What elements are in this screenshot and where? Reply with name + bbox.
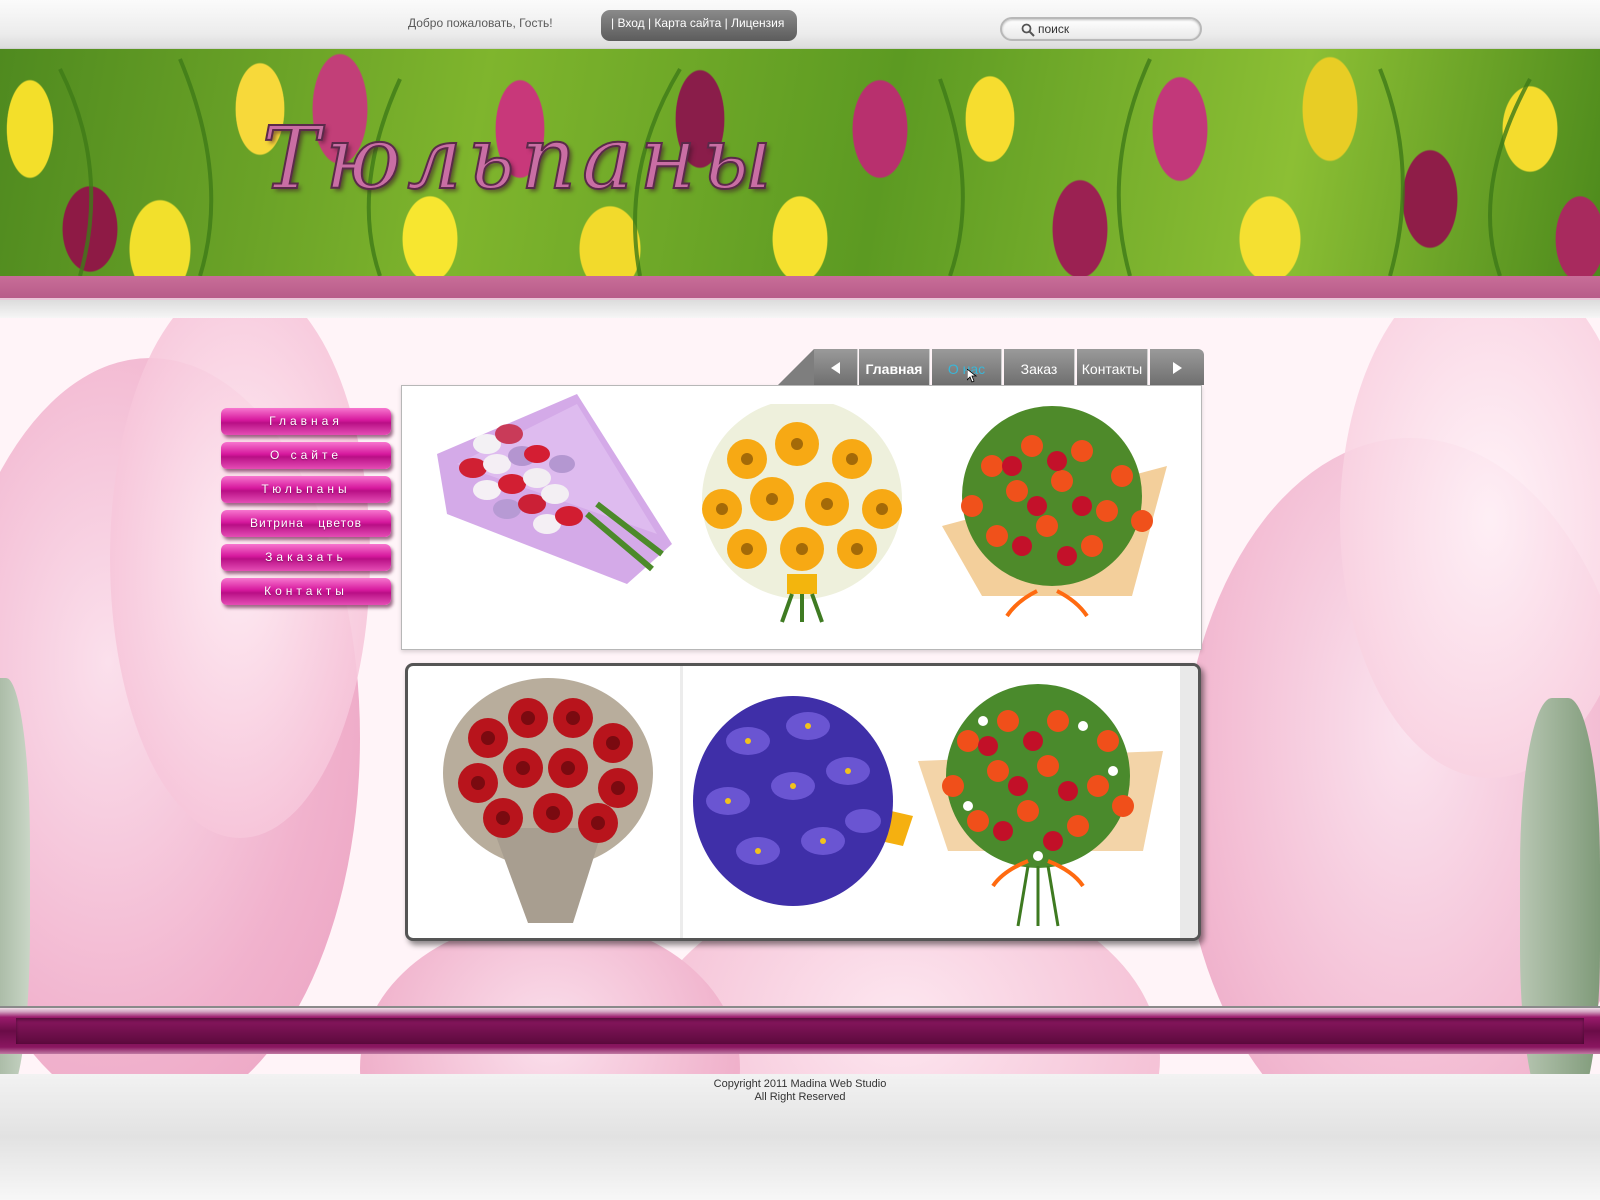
tab-home[interactable]: Главная — [859, 349, 930, 385]
copyright-text: Copyright 2011 Madina Web Studio — [713, 1078, 887, 1090]
side-menu-contacts[interactable]: Контакты — [221, 578, 391, 605]
search-input[interactable] — [1038, 21, 1188, 37]
tab-order[interactable]: Заказ — [1004, 349, 1075, 385]
header-banner: Тюльпаны — [0, 49, 1600, 276]
arrow-right-icon — [1173, 362, 1182, 374]
side-menu-home[interactable]: Главная — [221, 408, 391, 435]
main-nav: Главная О нас Заказ Контакты — [778, 349, 1204, 385]
login-link[interactable]: Вход — [617, 16, 644, 30]
tulip-orange-bouquet-image[interactable] — [922, 406, 1187, 621]
top-bar: Добро пожаловать, Гость! | Вход | Карта … — [0, 0, 1600, 49]
tulip-bouquet-image[interactable] — [427, 394, 677, 589]
side-menu-about[interactable]: О сайте — [221, 442, 391, 469]
sitemap-link[interactable]: Карта сайта — [654, 16, 721, 30]
gerbera-chamomile-bouquet-image[interactable] — [687, 404, 917, 624]
gallery-bottom — [405, 663, 1201, 941]
top-links: | Вход | Карта сайта | Лицензия — [601, 10, 797, 41]
arrow-left-icon — [830, 362, 840, 374]
tab-corner-decoration — [778, 349, 814, 385]
red-roses-bouquet-image[interactable] — [433, 678, 673, 928]
site-title: Тюльпаны — [261, 108, 779, 210]
header-grey-band — [0, 300, 1600, 318]
side-menu-order[interactable]: Заказать — [221, 544, 391, 571]
footer-bar-inner — [16, 1018, 1584, 1044]
tulip-banner-image — [58, 58, 1532, 276]
search-box — [1000, 17, 1202, 41]
side-menu-tulips[interactable]: Тюльпаны — [221, 476, 391, 503]
mouse-cursor-icon — [967, 369, 977, 383]
footer: Copyright 2011 Madina Web Studio All Rig… — [0, 1074, 1600, 1200]
side-menu-showcase[interactable]: Витрина цветов — [221, 510, 391, 537]
welcome-text: Добро пожаловать, Гость! — [408, 16, 553, 30]
rights-text: All Right Reserved — [754, 1091, 846, 1103]
iris-bouquet-image[interactable] — [688, 691, 918, 916]
nav-next-arrow[interactable] — [1150, 349, 1204, 385]
gallery-divider — [680, 666, 683, 938]
license-link[interactable]: Лицензия — [731, 16, 784, 30]
search-icon — [1021, 23, 1035, 37]
gallery-edge — [1180, 666, 1198, 938]
header-pink-band — [0, 276, 1600, 300]
gallery-top — [401, 385, 1202, 650]
tab-contacts[interactable]: Контакты — [1077, 349, 1148, 385]
footer-bar — [0, 1006, 1600, 1054]
nav-prev-arrow[interactable] — [814, 349, 858, 385]
mixed-tulip-chamomile-bouquet-image[interactable] — [908, 681, 1178, 931]
